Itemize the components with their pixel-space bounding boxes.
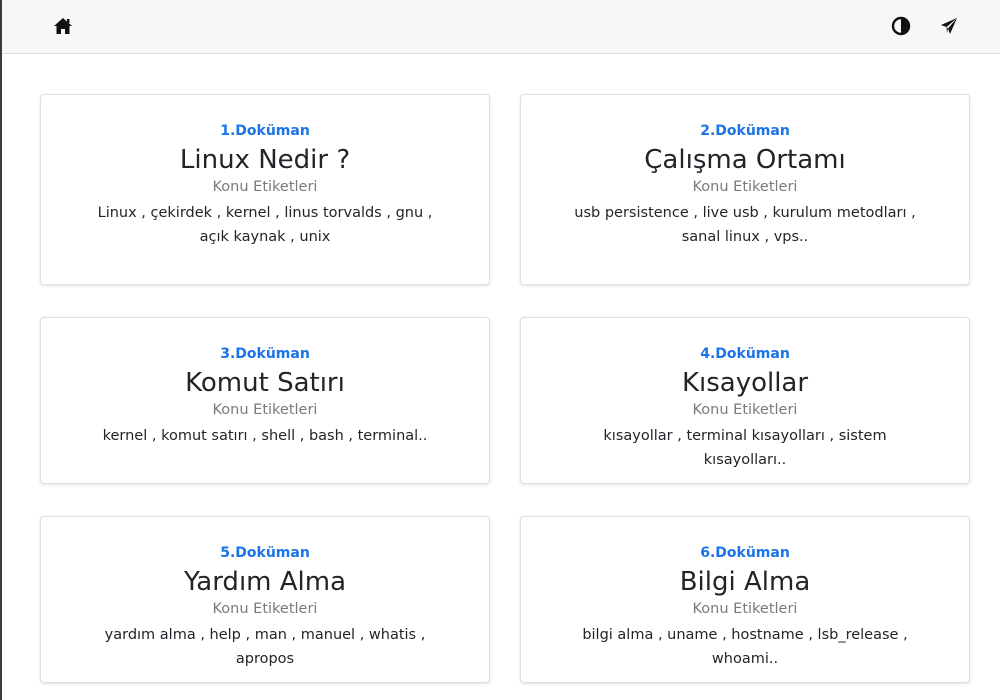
card-number: 6.Doküman	[700, 545, 790, 561]
top-navbar	[2, 0, 1000, 54]
card-title: Linux Nedir ?	[179, 145, 351, 175]
contrast-icon	[891, 16, 911, 36]
theme-toggle-button[interactable]	[890, 15, 912, 37]
card-tags: usb persistence , live usb , kurulum met…	[574, 205, 916, 245]
card-number: 1.Doküman	[220, 123, 310, 139]
home-button[interactable]	[52, 15, 74, 37]
card-title: Kısayollar	[681, 368, 809, 398]
card-title: Çalışma Ortamı	[644, 145, 846, 175]
card-tags: yardım alma , help , man , manuel , what…	[104, 627, 426, 667]
document-card-6[interactable]: 6.Doküman Bilgi Alma Konu Etiketleri bil…	[520, 516, 970, 683]
paper-plane-icon	[940, 17, 958, 35]
card-subtitle: Konu Etiketleri	[212, 601, 318, 617]
card-title: Bilgi Alma	[679, 567, 811, 597]
document-card-4[interactable]: 4.Doküman Kısayollar Konu Etiketleri kıs…	[520, 317, 970, 484]
card-subtitle: Konu Etiketleri	[212, 402, 318, 418]
card-subtitle: Konu Etiketleri	[692, 601, 798, 617]
card-tags: kısayollar , terminal kısayolları , sist…	[603, 428, 887, 468]
card-number: 3.Doküman	[220, 346, 310, 362]
card-tags: Linux , çekirdek , kernel , linus torval…	[97, 205, 433, 245]
card-number: 2.Doküman	[700, 123, 790, 139]
card-subtitle: Konu Etiketleri	[212, 179, 318, 195]
card-subtitle: Konu Etiketleri	[692, 402, 798, 418]
document-card-1[interactable]: 1.Doküman Linux Nedir ? Konu Etiketleri …	[40, 94, 490, 285]
window-edge	[0, 0, 2, 700]
card-number: 4.Doküman	[700, 346, 790, 362]
card-tags: bilgi alma , uname , hostname , lsb_rele…	[582, 627, 908, 667]
document-card-3[interactable]: 3.Doküman Komut Satırı Konu Etiketleri k…	[40, 317, 490, 484]
send-button[interactable]	[938, 15, 960, 37]
card-tags: kernel , komut satırı , shell , bash , t…	[102, 428, 428, 444]
document-card-5[interactable]: 5.Doküman Yardım Alma Konu Etiketleri ya…	[40, 516, 490, 683]
card-title: Komut Satırı	[185, 368, 345, 398]
card-number: 5.Doküman	[220, 545, 310, 561]
document-card-2[interactable]: 2.Doküman Çalışma Ortamı Konu Etiketleri…	[520, 94, 970, 285]
home-icon	[53, 17, 73, 35]
card-subtitle: Konu Etiketleri	[692, 179, 798, 195]
card-title: Yardım Alma	[183, 567, 347, 597]
